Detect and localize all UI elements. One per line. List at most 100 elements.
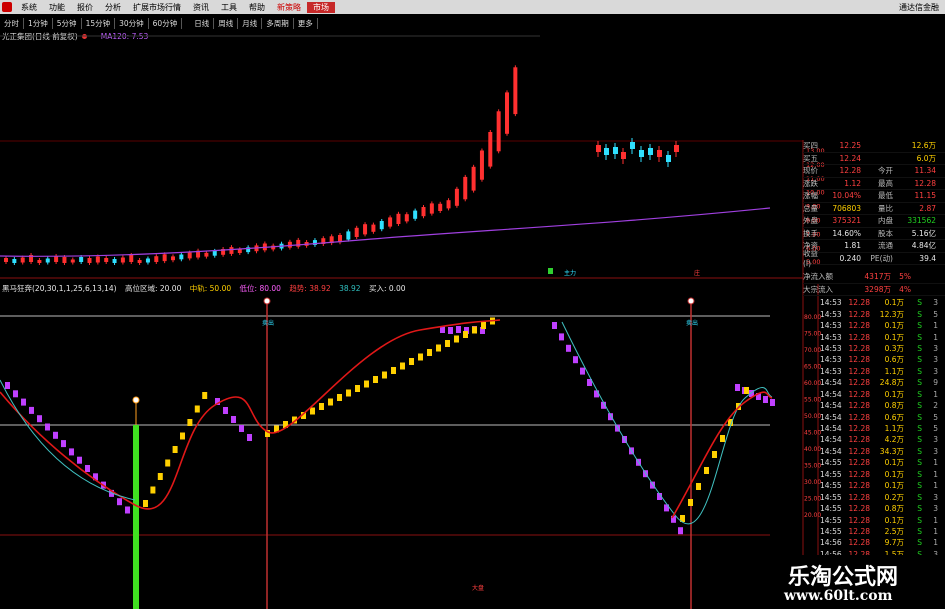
tick-time: 14:53 — [820, 298, 842, 308]
tick-time: 14:55 — [820, 458, 842, 468]
tick-row: 14:54 12.28 1.1万 S 5 — [820, 423, 945, 434]
tick-count: 2 — [933, 401, 938, 411]
trend-line-red — [0, 319, 501, 510]
tick-row: 14:54 12.28 34.3万 S 3 — [820, 446, 945, 457]
indicator-step — [454, 335, 459, 343]
indicator-bottom-label: 大盘 — [472, 584, 484, 592]
indicator-step — [231, 416, 236, 423]
quote-value: 1.12 — [844, 178, 861, 188]
indicator-step — [328, 398, 333, 406]
indicator-step — [61, 440, 66, 448]
tick-side: S — [917, 469, 922, 479]
tick-count: 5 — [933, 412, 938, 422]
tick-row: 14:56 12.28 9.7万 S 1 — [820, 537, 945, 548]
tick-row: 14:54 12.28 0.1万 S 1 — [820, 389, 945, 400]
indicator-step — [400, 362, 405, 370]
indicator-step — [239, 425, 244, 432]
indicator-step — [770, 399, 775, 406]
tick-count: 1 — [933, 469, 938, 479]
tick-price: 12.28 — [848, 332, 870, 342]
tick-price: 12.28 — [848, 298, 870, 308]
candle-body — [95, 256, 100, 263]
tick-price: 12.28 — [848, 355, 870, 365]
candle-body — [471, 166, 476, 191]
quote-row: 换手 14.60% 股本 5.16亿 — [803, 228, 945, 240]
tick-row: 14:54 12.28 0.8万 S 2 — [820, 400, 945, 411]
candle-body — [454, 188, 459, 206]
tick-row: 14:54 12.28 0.6万 S 5 — [820, 411, 945, 422]
tick-row: 14:55 12.28 0.1万 S 1 — [820, 457, 945, 468]
candle-body — [212, 250, 217, 256]
indicator-step — [373, 376, 378, 383]
tick-side: S — [917, 515, 922, 525]
sell-label: 卖出 — [262, 319, 274, 327]
quote-value-2: 39.4 — [919, 253, 936, 263]
tick-side: S — [917, 435, 922, 445]
quote-row: 买四 12.25 12.6万 — [803, 140, 945, 153]
candlestick-series: 主力 庄 — [0, 65, 771, 277]
tick-count: 1 — [933, 526, 938, 536]
quote-label-2: 今开 — [878, 166, 893, 176]
indicator-step — [337, 394, 342, 401]
tick-side: S — [917, 298, 922, 308]
tick-count: 5 — [933, 309, 938, 319]
indicator-step — [355, 385, 360, 392]
tick-price: 12.28 — [848, 526, 870, 536]
indicator-tick-label: 65.00 — [804, 364, 821, 371]
quote-label-2: 量比 — [878, 203, 893, 213]
tick-price: 12.28 — [848, 538, 870, 548]
tick-count: 3 — [933, 298, 938, 308]
tick-price: 12.28 — [848, 469, 870, 479]
trend-line-cyan — [561, 321, 773, 525]
candle-body — [630, 142, 635, 149]
tick-price: 12.28 — [848, 435, 870, 445]
quote-label-2: 股本 — [878, 228, 893, 238]
tick-volume: 34.3万 — [879, 446, 904, 456]
indicator-step — [69, 448, 74, 456]
buy-signal-marker — [132, 396, 140, 404]
tick-volume: 0.3万 — [884, 343, 904, 353]
candle-body — [371, 224, 376, 232]
indicator-tick-label: 55.00 — [804, 397, 821, 404]
candle-body — [45, 258, 50, 263]
candle-body — [488, 132, 493, 167]
sell-label: 卖出 — [686, 319, 698, 327]
indicator-param-mid: 中轨: 50.00 — [189, 284, 232, 293]
quote-value-2: 6.0万 — [916, 153, 936, 163]
tick-count: 3 — [933, 504, 938, 514]
tick-count: 1 — [933, 389, 938, 399]
quote-value: 10.04% — [832, 191, 861, 201]
tick-row: 14:53 12.28 0.1万 S 3 — [820, 297, 945, 308]
quote-value: 706803 — [832, 203, 861, 213]
indicator-step — [409, 358, 414, 365]
watermark-title: 乐淘公式网 — [788, 564, 899, 590]
chart-canvas[interactable]: 主力庄 卖出 卖出大盘 13.0012.0011.0010.009.008.007… — [0, 0, 945, 609]
tick-side: S — [917, 481, 922, 491]
tick-time: 14:55 — [820, 469, 842, 479]
tick-volume: 0.1万 — [884, 298, 904, 308]
tick-list[interactable]: 14:53 12.28 0.1万 S 3 14:53 12.28 12.3万 S 5 14:53 12… — [820, 297, 945, 560]
candle-body — [463, 176, 468, 200]
indicator-step — [180, 432, 185, 440]
candle-body — [154, 256, 159, 262]
candle-body — [446, 200, 451, 209]
tick-side: S — [917, 458, 922, 468]
tick-time: 14:53 — [820, 321, 842, 331]
capital-flow-panel: 净流入额 4317万 5% 大宗流入 3298万 4% — [803, 271, 945, 296]
quote-value-2: 11.34 — [914, 166, 936, 176]
tick-side: S — [917, 492, 922, 502]
candle-body — [639, 150, 644, 157]
quote-value: 12.28 — [839, 166, 861, 176]
candle-body — [120, 257, 125, 263]
indicator-step — [37, 415, 42, 423]
tick-time: 14:54 — [820, 389, 842, 399]
tick-count: 3 — [933, 343, 938, 353]
flow-percent: 4% — [899, 284, 911, 294]
candle-body — [70, 259, 75, 263]
indicator-step — [29, 406, 34, 414]
indicator-step — [456, 326, 461, 333]
quote-label: 收益(I) — [803, 249, 818, 269]
tick-count: 3 — [933, 355, 938, 365]
tick-price: 12.28 — [848, 321, 870, 331]
indicator-tick-label: 60.00 — [804, 380, 821, 387]
